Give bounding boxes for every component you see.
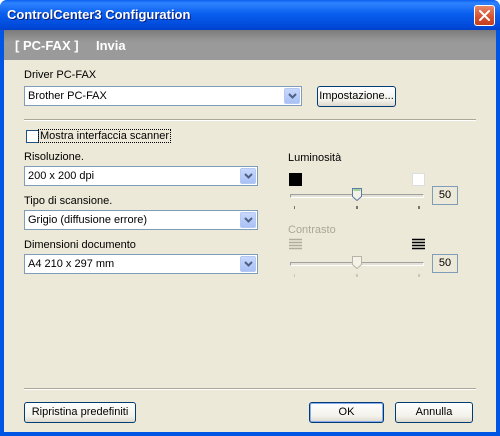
resolution-select[interactable]: 200 x 200 dpi [24, 166, 258, 186]
document-size-select[interactable]: A4 210 x 297 mm [24, 254, 258, 274]
chevron-down-icon[interactable] [240, 168, 256, 184]
chevron-down-icon[interactable] [240, 256, 256, 272]
high-contrast-icon [412, 238, 425, 250]
banner-title: [ PC-FAX ] [15, 38, 79, 53]
document-size-label: Dimensioni documento [24, 239, 136, 251]
brightness-value: 50 [432, 186, 458, 205]
title-bar[interactable]: ControlCenter3 Configuration [0, 0, 500, 30]
scan-type-value: Grigio (diffusione errore) [28, 214, 148, 226]
driver-select[interactable]: Brother PC-FAX [24, 86, 302, 106]
close-icon [479, 10, 490, 21]
document-size-value: A4 210 x 297 mm [28, 258, 115, 270]
scanner-interface-label[interactable]: Mostra interfaccia scanner [38, 129, 171, 143]
ok-button[interactable]: OK [309, 402, 384, 423]
dialog-window: ControlCenter3 Configuration [ PC-FAX ] … [0, 0, 500, 436]
dark-swatch-icon [289, 173, 302, 186]
contrast-label: Contrasto [288, 224, 336, 236]
brightness-ticks [294, 206, 420, 209]
settings-button[interactable]: Impostazione... [317, 86, 396, 107]
contrast-ticks [294, 274, 420, 277]
resolution-label: Risoluzione. [24, 151, 84, 163]
scan-type-select[interactable]: Grigio (diffusione errore) [24, 210, 258, 230]
contrast-slider-thumb[interactable] [351, 256, 362, 269]
cancel-button[interactable]: Annulla [395, 402, 473, 423]
brightness-slider-thumb[interactable] [351, 188, 362, 201]
chevron-down-icon[interactable] [240, 212, 256, 228]
restore-defaults-button[interactable]: Ripristina predefiniti [24, 402, 136, 423]
separator-bottom [24, 388, 476, 390]
driver-value: Brother PC-FAX [28, 90, 107, 102]
window-title: ControlCenter3 Configuration [7, 7, 191, 22]
contrast-value: 50 [432, 254, 458, 273]
close-button[interactable] [474, 5, 495, 26]
driver-label: Driver PC-FAX [24, 69, 97, 81]
light-swatch-icon [412, 173, 425, 186]
chevron-down-icon[interactable] [284, 88, 300, 104]
separator-top [24, 119, 476, 121]
scan-type-label: Tipo di scansione. [24, 195, 113, 207]
banner-subtitle: Invia [96, 38, 126, 53]
brightness-label: Luminosità [288, 152, 342, 164]
low-contrast-icon [289, 238, 302, 250]
dialog-client: [ PC-FAX ] Invia Driver PC-FAX Brother P… [4, 30, 496, 432]
resolution-value: 200 x 200 dpi [28, 170, 95, 182]
section-banner: [ PC-FAX ] Invia [4, 30, 496, 60]
